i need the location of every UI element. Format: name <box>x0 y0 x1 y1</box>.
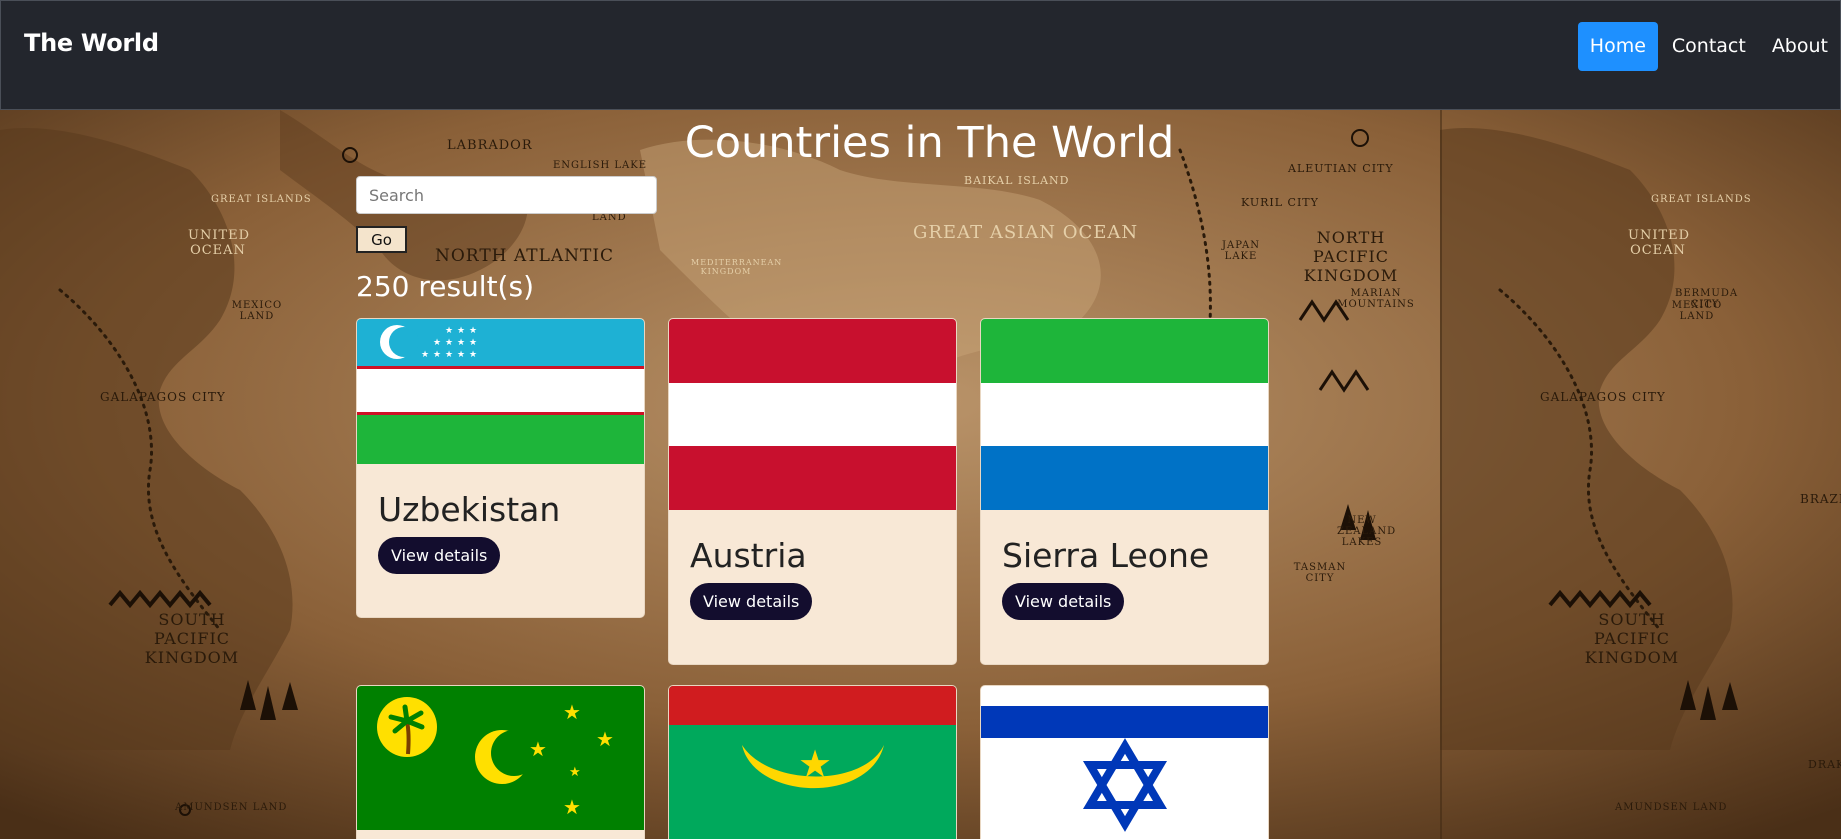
svg-text:★: ★ <box>445 350 453 360</box>
go-button[interactable]: Go <box>356 226 407 253</box>
country-name: Uzbekistan <box>378 490 561 529</box>
map-label: NEW ZEALAND LAKES <box>1337 515 1397 548</box>
svg-text:★: ★ <box>529 737 547 761</box>
map-label: DRAK <box>1808 758 1841 771</box>
flag-cocos-islands: ★ ★ ★ ★ ★ <box>357 686 644 830</box>
map-label: GREAT ASIAN OCEAN <box>913 222 1139 243</box>
country-card: Sierra Leone View details <box>980 318 1269 665</box>
flag-sierra-leone <box>981 319 1268 510</box>
flag-austria <box>669 319 956 510</box>
map-label: BRAZIL <box>1800 492 1841 506</box>
svg-text:★: ★ <box>469 350 477 360</box>
svg-text:★: ★ <box>563 795 581 819</box>
map-label: MARIAN MOUNTAINS <box>1337 288 1415 310</box>
map-label: GALAPAGOS CITY <box>1540 390 1666 404</box>
svg-text:★: ★ <box>433 338 441 348</box>
svg-text:★: ★ <box>433 350 441 360</box>
map-label: KURIL CITY <box>1241 196 1319 209</box>
svg-text:★: ★ <box>421 350 429 360</box>
country-card: Austria View details <box>668 318 957 665</box>
navbar: The World Home Contact About <box>0 0 1841 110</box>
brand-logo[interactable]: The World <box>24 29 159 57</box>
map-label: AMUNDSEN LAND <box>175 802 288 813</box>
nav-links: Home Contact About <box>1576 22 1840 71</box>
country-card: ★ ★ ★ ★ ★ ★ ★ ★ ★ ★ ★ ★ Uzbekistan View details <box>356 318 645 618</box>
map-label: NORTH PACIFIC KINGDOM <box>1303 228 1399 286</box>
country-card: ★ ★ ★ ★ ★ <box>356 685 645 839</box>
nav-about[interactable]: About <box>1760 22 1840 71</box>
flag-israel <box>981 686 1268 839</box>
nav-contact[interactable]: Contact <box>1660 22 1758 71</box>
flag-mauritania: ★ <box>669 686 956 839</box>
map-label: TASMAN CITY <box>1293 562 1347 584</box>
page-title: Countries in The World <box>684 118 1175 168</box>
svg-text:★: ★ <box>563 700 581 724</box>
map-label: BAIKAL ISLAND <box>964 174 1070 187</box>
country-card <box>980 685 1269 839</box>
view-details-button[interactable]: View details <box>1002 583 1125 620</box>
map-label: JAPAN LAKE <box>1221 240 1260 262</box>
svg-text:★: ★ <box>596 727 614 751</box>
results-count: 250 result(s) <box>356 270 534 303</box>
svg-text:★: ★ <box>469 326 477 336</box>
map-label: SOUTH PACIFIC KINGDOM <box>1584 610 1680 668</box>
map-label: MEXICO LAND <box>1671 300 1723 322</box>
svg-text:★: ★ <box>798 742 832 786</box>
map-label: GREAT ISLANDS <box>211 194 312 205</box>
svg-text:★: ★ <box>445 338 453 348</box>
country-name: Sierra Leone <box>1002 536 1210 575</box>
map-label: MEDITERRANEAN KINGDOM <box>691 258 783 276</box>
nav-home[interactable]: Home <box>1577 22 1658 71</box>
map-label: GREAT ISLANDS <box>1651 194 1752 205</box>
svg-text:★: ★ <box>569 765 581 780</box>
svg-text:★: ★ <box>469 338 477 348</box>
svg-text:★: ★ <box>457 350 465 360</box>
svg-text:★: ★ <box>445 326 453 336</box>
map-label: UNITED OCEAN <box>188 228 251 258</box>
svg-text:★: ★ <box>457 326 465 336</box>
flag-uzbekistan: ★ ★ ★ ★ ★ ★ ★ ★ ★ ★ ★ ★ <box>357 319 644 464</box>
map-label: GALAPAGOS CITY <box>100 390 226 404</box>
map-label: MEXICO LAND <box>231 300 283 322</box>
map-label: SOUTH PACIFIC KINGDOM <box>144 610 240 668</box>
map-label: NORTH ATLANTIC <box>435 246 615 266</box>
search-input[interactable] <box>356 176 657 214</box>
view-details-button[interactable]: View details <box>690 583 813 620</box>
view-details-button[interactable]: View details <box>378 537 501 574</box>
map-label: UNITED OCEAN <box>1628 228 1691 258</box>
country-card: ★ <box>668 685 957 839</box>
svg-text:★: ★ <box>457 338 465 348</box>
country-name: Austria <box>690 536 807 575</box>
map-label: AMUNDSEN LAND <box>1615 802 1728 813</box>
